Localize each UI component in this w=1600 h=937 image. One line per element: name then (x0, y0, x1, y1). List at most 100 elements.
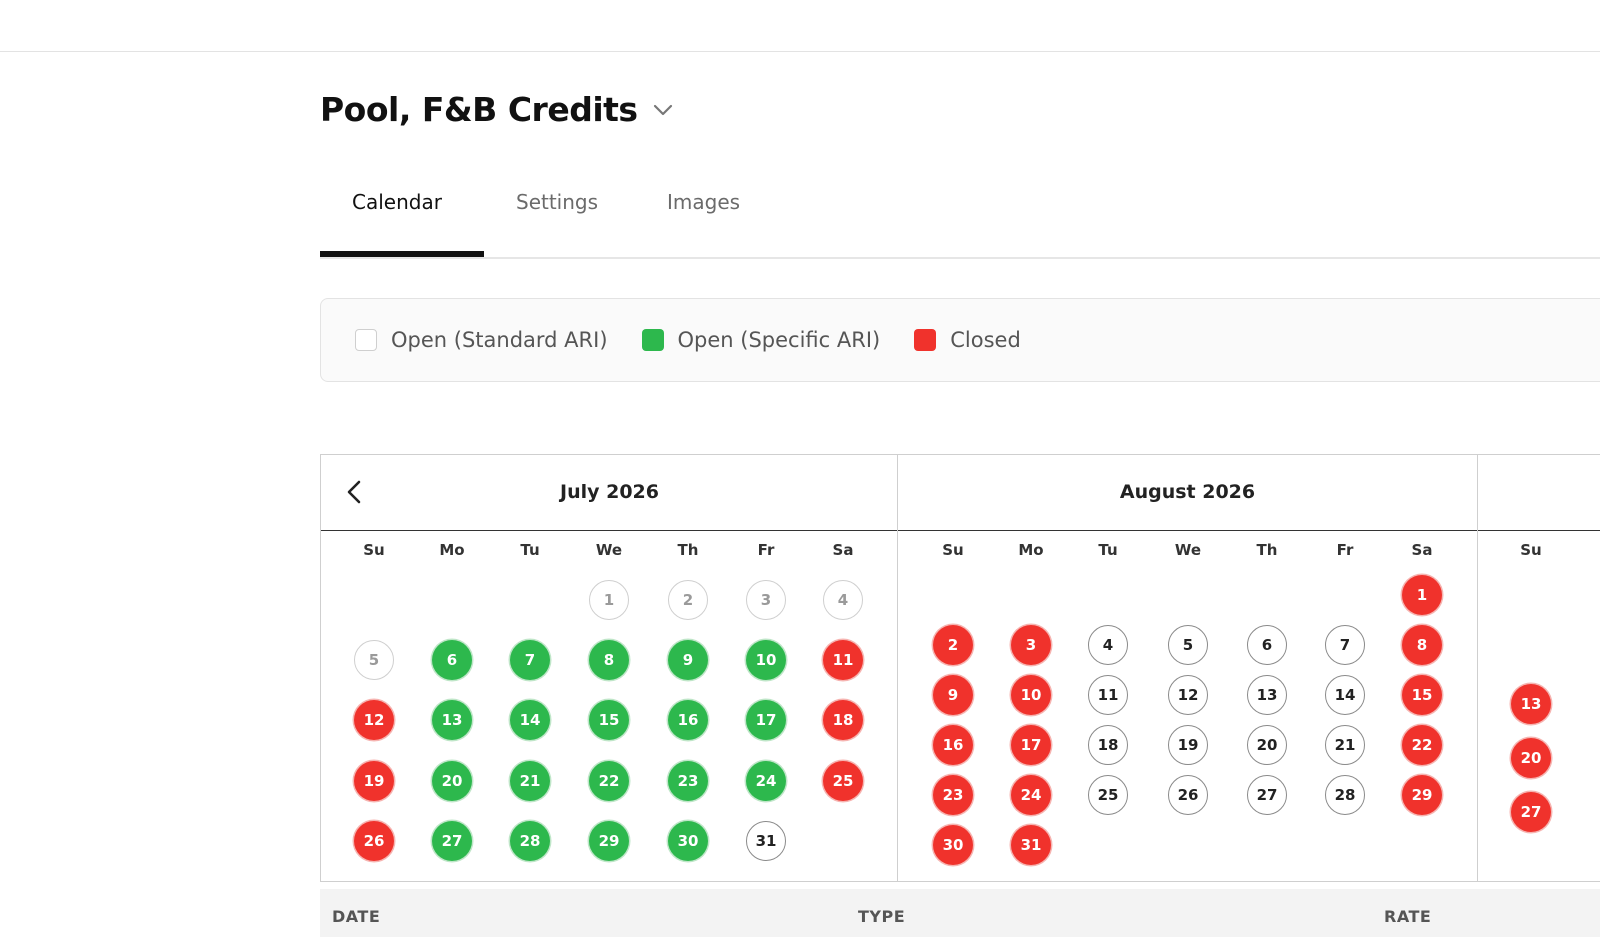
calendar-day[interactable]: 11 (1088, 675, 1128, 715)
calendar-day[interactable]: 29 (589, 821, 629, 861)
calendar-day[interactable]: 20 (1511, 738, 1551, 778)
calendar-day[interactable]: 26 (354, 821, 394, 861)
standard-swatch (355, 329, 377, 351)
calendar-day[interactable]: 2 (668, 580, 708, 620)
month-header: August 2026 (898, 455, 1477, 531)
tab-calendar[interactable]: Calendar (352, 190, 442, 214)
calendar-day[interactable]: 6 (1247, 625, 1287, 665)
product-header: Pool, F&B Credits (320, 90, 674, 129)
month-title: August 2026 (1119, 481, 1256, 503)
calendar-day[interactable]: 29 (1402, 775, 1442, 815)
calendar-day[interactable]: 3 (1011, 625, 1051, 665)
calendar-day[interactable]: 21 (510, 761, 550, 801)
weekday-tu: Tu (520, 541, 540, 559)
calendar-day[interactable]: 24 (1011, 775, 1051, 815)
calendar-day[interactable]: 1 (1402, 575, 1442, 615)
weekday-we: We (1174, 541, 1202, 559)
calendar-day[interactable]: 31 (1011, 825, 1051, 865)
legend-label: Open (Specific ARI) (677, 328, 881, 352)
calendar-day[interactable]: 20 (432, 761, 472, 801)
calendar-day[interactable]: 15 (1402, 675, 1442, 715)
weekday-su: Su (363, 541, 385, 559)
rates-table-header: DATE TYPE RATE (320, 889, 1600, 937)
calendar-day[interactable]: 23 (933, 775, 973, 815)
calendar-day[interactable]: 16 (668, 700, 708, 740)
column-type: TYPE (858, 907, 906, 926)
calendar-day[interactable]: 14 (510, 700, 550, 740)
closed-swatch (914, 329, 937, 351)
calendar-day[interactable]: 28 (1325, 775, 1365, 815)
weekday-th: Th (1256, 541, 1278, 559)
calendar-day[interactable]: 11 (823, 640, 863, 680)
calendar-day[interactable]: 30 (933, 825, 973, 865)
calendar-day[interactable]: 7 (510, 640, 550, 680)
calendar-day[interactable]: 26 (1168, 775, 1208, 815)
calendar-day[interactable]: 28 (510, 821, 550, 861)
calendar-day[interactable]: 6 (432, 640, 472, 680)
page-title: Pool, F&B Credits (320, 90, 638, 129)
month-august: August 2026 Su Mo Tu We Th Fr Sa 1 2 3 4 5 6 7 8 9 10 11 1… (897, 454, 1478, 882)
calendar-day[interactable]: 13 (1247, 675, 1287, 715)
calendar-day[interactable]: 22 (589, 761, 629, 801)
weekday-su: Su (942, 541, 964, 559)
weekday-we: We (595, 541, 623, 559)
calendar-day[interactable]: 22 (1402, 725, 1442, 765)
weekday-tu: Tu (1098, 541, 1118, 559)
calendar-day[interactable]: 12 (354, 700, 394, 740)
month-title: July 2026 (560, 481, 659, 503)
weekday-sa: Sa (1411, 541, 1433, 559)
calendar-day[interactable]: 14 (1325, 675, 1365, 715)
calendar-day[interactable]: 4 (823, 580, 863, 620)
calendar-day[interactable]: 13 (432, 700, 472, 740)
calendar-day[interactable]: 17 (746, 700, 786, 740)
calendar-day[interactable]: 19 (354, 761, 394, 801)
calendar-day[interactable]: 27 (432, 821, 472, 861)
legend-label: Open (Standard ARI) (391, 328, 608, 352)
calendar-day[interactable]: 16 (933, 725, 973, 765)
calendar-day[interactable]: 27 (1511, 792, 1551, 832)
calendar-day[interactable]: 7 (1325, 625, 1365, 665)
active-tab-indicator (320, 251, 484, 257)
tab-images[interactable]: Images (667, 190, 740, 214)
calendar-day[interactable]: 20 (1247, 725, 1287, 765)
calendar-day[interactable]: 15 (589, 700, 629, 740)
calendar-day[interactable]: 5 (354, 640, 394, 680)
calendar-day[interactable]: 8 (589, 640, 629, 680)
weekday-fr: Fr (757, 541, 775, 559)
calendar-day[interactable]: 21 (1325, 725, 1365, 765)
chevron-down-icon[interactable] (652, 99, 674, 121)
calendar-day[interactable]: 9 (933, 675, 973, 715)
weekday-mo: Mo (1018, 541, 1044, 559)
calendar-day[interactable]: 9 (668, 640, 708, 680)
calendar-day[interactable]: 10 (746, 640, 786, 680)
tab-bar: Calendar Settings Images (320, 180, 1600, 259)
calendar-day[interactable]: 2 (933, 625, 973, 665)
calendar-day[interactable]: 17 (1011, 725, 1051, 765)
calendar-day[interactable]: 31 (746, 821, 786, 861)
calendar-day[interactable]: 10 (1011, 675, 1051, 715)
calendar-day[interactable]: 12 (1168, 675, 1208, 715)
calendar-day[interactable]: 19 (1168, 725, 1208, 765)
calendar-day[interactable]: 18 (1088, 725, 1128, 765)
calendar-day[interactable]: 13 (1511, 684, 1551, 724)
month-september: Su 13 20 27 (1477, 454, 1600, 882)
legend-item-specific: Open (Specific ARI) (641, 328, 881, 352)
calendar-day[interactable]: 24 (746, 761, 786, 801)
weekday-mo: Mo (439, 541, 465, 559)
month-header: July 2026 (321, 455, 898, 531)
calendar-day[interactable]: 4 (1088, 625, 1128, 665)
tab-settings[interactable]: Settings (516, 190, 598, 214)
specific-swatch (641, 329, 664, 351)
calendar-day[interactable]: 8 (1402, 625, 1442, 665)
calendar-day[interactable]: 18 (823, 700, 863, 740)
calendar-day[interactable]: 27 (1247, 775, 1287, 815)
calendar-day[interactable]: 1 (589, 580, 629, 620)
calendar-day[interactable]: 25 (1088, 775, 1128, 815)
calendar-day[interactable]: 25 (823, 761, 863, 801)
calendar-day[interactable]: 23 (668, 761, 708, 801)
calendar-day[interactable]: 30 (668, 821, 708, 861)
column-date: DATE (332, 907, 381, 926)
calendar-day[interactable]: 5 (1168, 625, 1208, 665)
top-bar (0, 0, 1600, 52)
calendar-day[interactable]: 3 (746, 580, 786, 620)
